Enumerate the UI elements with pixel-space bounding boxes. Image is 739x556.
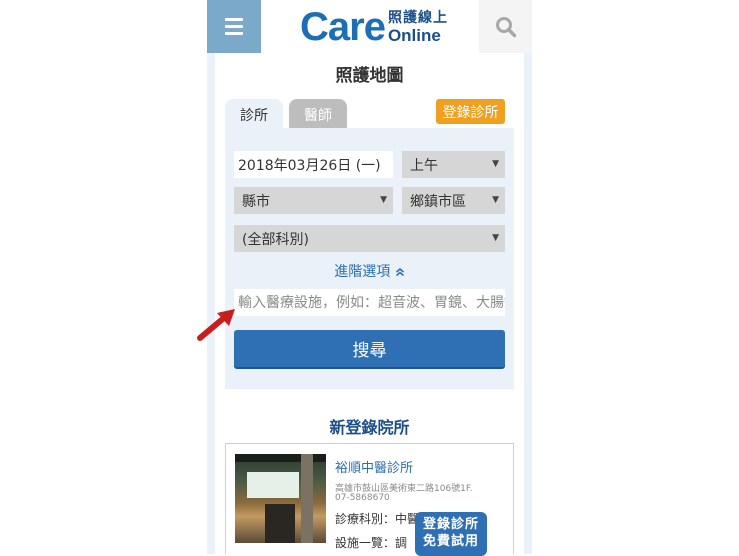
header: Care 照護線上 Online xyxy=(207,0,532,53)
new-clinics-title: 新登錄院所 xyxy=(329,418,410,437)
session-value: 上午 xyxy=(410,157,438,174)
header-search-button[interactable] xyxy=(479,0,532,53)
district-value: 鄉鎮市區 xyxy=(410,193,466,210)
search-button[interactable]: 搜尋 xyxy=(234,330,505,367)
facility-keyword-input[interactable] xyxy=(234,289,505,316)
clinic-phone: 07-5868670 xyxy=(335,493,390,503)
mobile-page: Care 照護線上 Online 照護地圖 診所 醫師 登錄診所 2018年03… xyxy=(207,0,532,554)
date-field[interactable]: 2018年03月26日 (一) xyxy=(234,151,393,178)
date-value: 2018年03月26日 (一) xyxy=(238,157,381,174)
logo-zh-text: 照護線上 xyxy=(387,9,448,26)
logo[interactable]: Care 照護線上 Online xyxy=(300,5,448,49)
search-icon xyxy=(495,16,516,37)
dropdown-caret-icon: ▼ xyxy=(492,233,499,243)
register-clinic-button[interactable]: 登錄診所 xyxy=(436,99,505,124)
clinic-photo[interactable] xyxy=(235,454,326,543)
session-select[interactable]: 上午 ▼ xyxy=(402,151,505,178)
floating-register-button[interactable]: 登錄診所 免費試用 xyxy=(415,512,487,556)
page-title: 照護地圖 xyxy=(335,66,404,86)
advanced-options-toggle[interactable]: 進階選項 xyxy=(225,261,514,281)
district-select[interactable]: 鄉鎮市區 ▼ xyxy=(402,187,505,214)
logo-care-text: Care xyxy=(300,5,386,49)
county-select[interactable]: 縣市 ▼ xyxy=(234,187,393,214)
floating-register-line1: 登錄診所 xyxy=(422,517,479,533)
dropdown-caret-icon: ▼ xyxy=(492,159,499,169)
tab-clinic[interactable]: 診所 xyxy=(225,99,283,130)
department-select[interactable]: (全部科別) ▼ xyxy=(234,225,505,252)
hamburger-menu-icon xyxy=(225,18,243,21)
advanced-options-label: 進階選項 xyxy=(334,264,391,280)
red-arrow-icon xyxy=(197,309,235,341)
tab-doctor[interactable]: 醫師 xyxy=(289,99,347,130)
clinic-facilities: 設施一覽：調 xyxy=(335,536,408,550)
floating-register-line2: 免費試用 xyxy=(422,534,479,549)
clinic-department: 診療科別：中醫 xyxy=(335,512,420,526)
main-content: 照護地圖 診所 醫師 登錄診所 2018年03月26日 (一) 上午 ▼ 縣市 … xyxy=(215,53,524,554)
county-value: 縣市 xyxy=(242,193,270,210)
clinic-name-link[interactable]: 裕順中醫診所 xyxy=(335,457,413,476)
dropdown-caret-icon: ▼ xyxy=(380,195,387,205)
logo-en-text: Online xyxy=(387,25,441,45)
search-panel: 2018年03月26日 (一) 上午 ▼ 縣市 ▼ 鄉鎮市區 ▼ (全部科別) … xyxy=(225,128,514,389)
double-chevron-up-icon xyxy=(395,267,404,277)
dropdown-caret-icon: ▼ xyxy=(492,195,499,205)
department-value: (全部科別) xyxy=(242,231,309,248)
menu-button[interactable] xyxy=(207,0,261,53)
